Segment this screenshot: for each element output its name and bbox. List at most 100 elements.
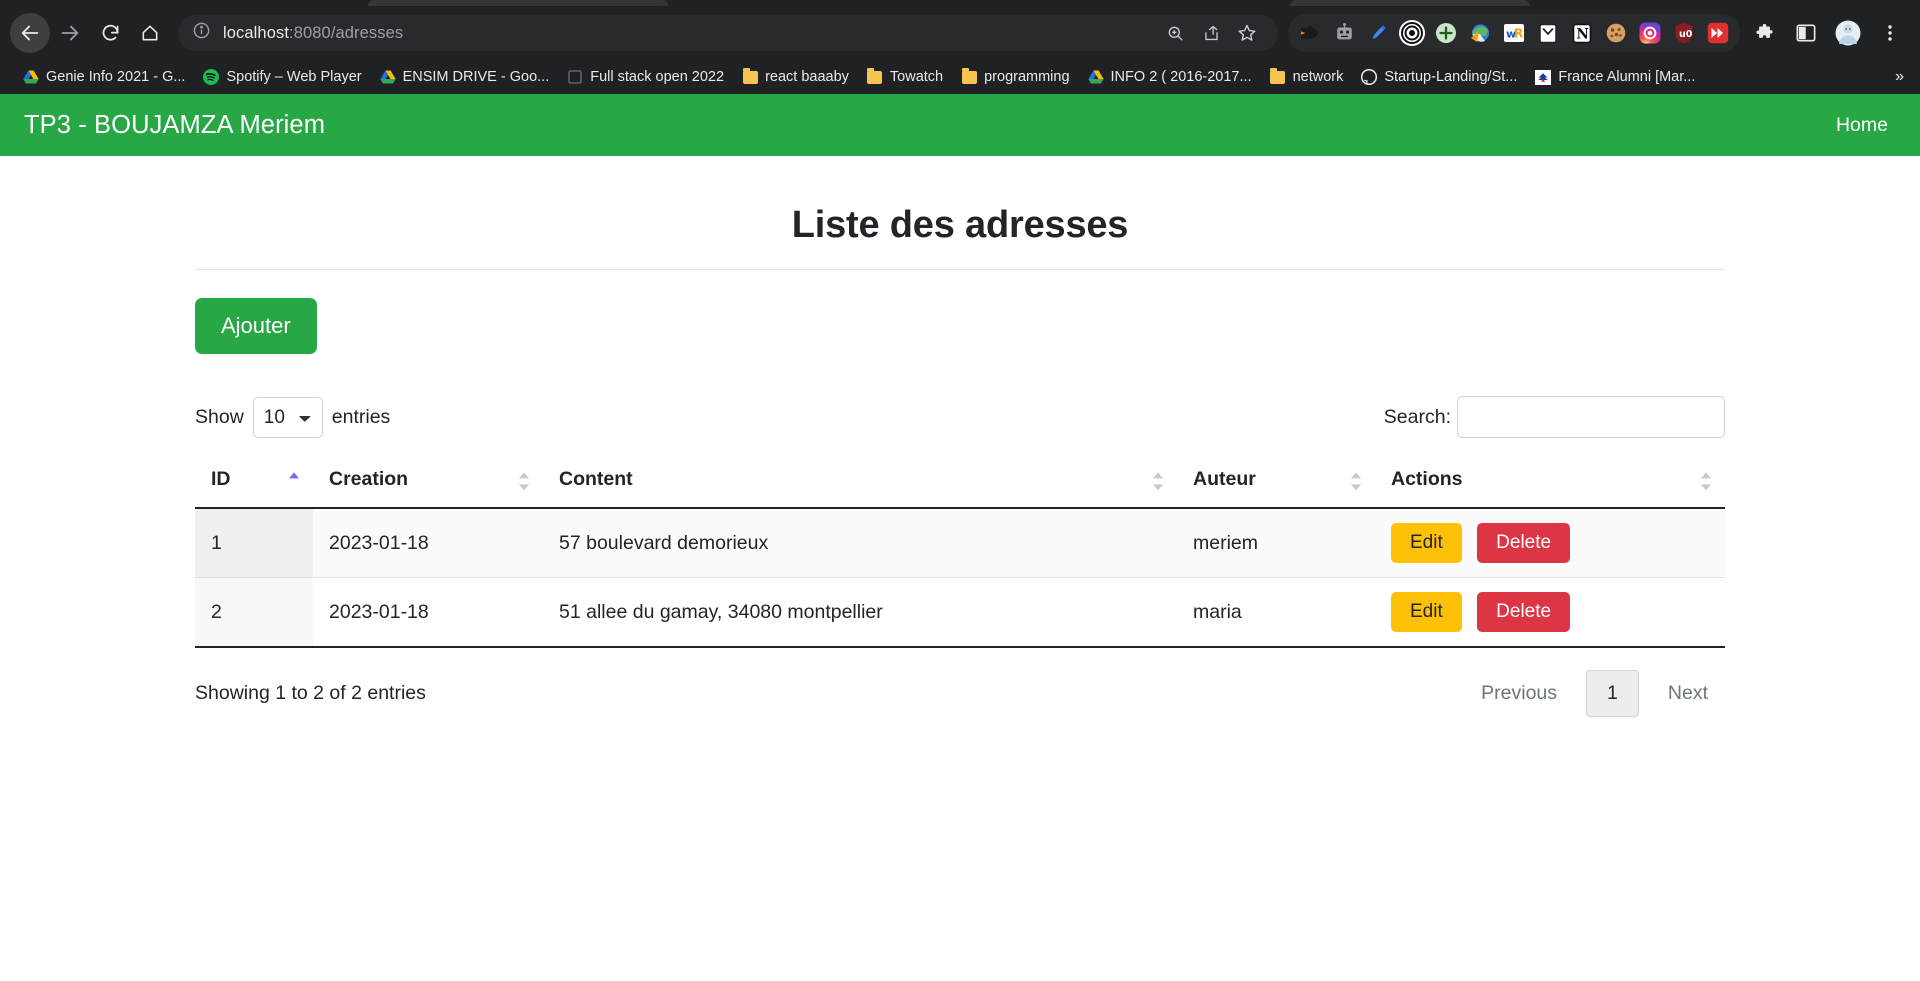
svg-text:R: R — [1514, 27, 1523, 41]
bookmark-item[interactable]: INFO 2 ( 2016-2017... — [1079, 65, 1261, 89]
back-button[interactable] — [10, 13, 50, 53]
column-header-content[interactable]: Content — [543, 458, 1177, 509]
bookmark-item[interactable]: France Alumni [Mar... — [1526, 65, 1704, 89]
bookmark-label: Full stack open 2022 — [590, 69, 725, 85]
edit-button[interactable]: Edit — [1391, 523, 1462, 563]
dark-reader-extension[interactable] — [1294, 17, 1326, 49]
add-green-extension[interactable] — [1430, 17, 1462, 49]
tab-strip — [0, 0, 1920, 6]
folder-icon — [742, 67, 758, 85]
datatable-footer: Showing 1 to 2 of 2 entries Previous 1 N… — [195, 670, 1725, 717]
forward-button[interactable] — [50, 13, 90, 53]
github-icon — [1361, 69, 1378, 85]
reload-icon — [102, 24, 118, 41]
bookmark-label: INFO 2 ( 2016-2017... — [1110, 69, 1252, 85]
home-button[interactable] — [130, 13, 170, 53]
edit-button[interactable]: Edit — [1391, 592, 1462, 632]
column-label: Content — [559, 468, 633, 490]
chrome-menu-icon[interactable] — [1870, 13, 1910, 53]
navbar-brand[interactable]: TP3 - BOUJAMZA Meriem — [24, 111, 325, 140]
bookmark-label: react baaaby — [765, 69, 849, 85]
entries-label: entries — [331, 405, 391, 428]
column-label: Auteur — [1193, 468, 1256, 490]
pocket-extension[interactable] — [1532, 17, 1564, 49]
extensions-puzzle-icon[interactable] — [1744, 13, 1784, 53]
back-arrow-icon — [21, 25, 39, 41]
extensions-tray: w R N u0 — [1288, 14, 1740, 52]
site-navbar: TP3 - BOUJAMZA Meriem Home — [0, 94, 1920, 156]
bookmarks-bar: Genie Info 2021 - G... Spotify – Web Pla… — [0, 60, 1920, 94]
eyedropper-extension[interactable] — [1362, 17, 1394, 49]
bookmark-label: Genie Info 2021 - G... — [46, 69, 186, 85]
circles-extension[interactable] — [1396, 17, 1428, 49]
cell-auteur: maria — [1177, 577, 1375, 648]
france-alumni-icon — [1535, 69, 1552, 85]
sort-indicator — [1351, 471, 1361, 491]
site-info-icon[interactable] — [192, 21, 211, 45]
address-bar[interactable]: localhost:8080/adresses — [178, 15, 1278, 51]
table-row: 1 2023-01-18 57 boulevard demorieux meri… — [195, 508, 1725, 578]
bookmark-item[interactable]: react baaaby — [733, 65, 858, 89]
bookmark-item[interactable]: Genie Info 2021 - G... — [14, 65, 194, 89]
wikiracer-extension[interactable]: w R — [1498, 17, 1530, 49]
zoom-icon[interactable] — [1158, 16, 1192, 50]
column-header-creation[interactable]: Creation — [313, 458, 543, 509]
share-icon[interactable] — [1194, 16, 1228, 50]
omnibox-actions — [1158, 16, 1264, 50]
datatable-controls: Show 10 25 50 100 entries Search: — [195, 396, 1725, 438]
address-bar-url: localhost:8080/adresses — [223, 24, 403, 43]
reload-button[interactable] — [90, 13, 130, 53]
url-host: localhost — [223, 23, 290, 42]
bookmark-star-icon[interactable] — [1230, 16, 1264, 50]
robot-extension[interactable] — [1328, 17, 1360, 49]
svg-text:N: N — [1577, 26, 1589, 42]
column-label: Actions — [1391, 468, 1463, 490]
pagination-page-1[interactable]: 1 — [1586, 670, 1639, 717]
side-panel-icon[interactable] — [1786, 13, 1826, 53]
cell-creation: 2023-01-18 — [313, 508, 543, 578]
search-label: Search: — [1383, 405, 1451, 428]
instagram-extension[interactable] — [1634, 17, 1666, 49]
ublock-origin-extension[interactable]: u0 — [1668, 17, 1700, 49]
cell-id: 2 — [195, 577, 313, 648]
navbar-home-link[interactable]: Home — [1828, 110, 1896, 141]
cookie-extension[interactable] — [1600, 17, 1632, 49]
page-square-icon — [567, 69, 583, 85]
table-row: 2 2023-01-18 51 allee du gamay, 34080 mo… — [195, 577, 1725, 648]
delete-button[interactable]: Delete — [1477, 523, 1571, 563]
internet-download-manager-extension[interactable] — [1464, 17, 1496, 49]
column-header-id[interactable]: ID — [195, 458, 313, 509]
folder-icon — [1270, 67, 1286, 85]
bookmark-item[interactable]: programming — [952, 65, 1078, 89]
delete-button[interactable]: Delete — [1477, 592, 1571, 632]
bookmark-item[interactable]: network — [1261, 65, 1353, 89]
bookmark-item[interactable]: Startup-Landing/St... — [1352, 65, 1526, 89]
bookmark-label: network — [1292, 69, 1344, 85]
column-header-auteur[interactable]: Auteur — [1177, 458, 1375, 509]
search-input[interactable] — [1457, 396, 1725, 438]
datatable-filter-control: Search: — [1384, 396, 1725, 438]
table-head: ID Creation Content Auteur Actions — [195, 458, 1725, 509]
pagination-next[interactable]: Next — [1651, 671, 1725, 716]
notion-extension[interactable]: N — [1566, 17, 1598, 49]
adresses-table: ID Creation Content Auteur Actions 1 202… — [195, 458, 1725, 648]
column-label: Creation — [329, 468, 409, 490]
column-header-actions[interactable]: Actions — [1375, 458, 1725, 509]
bookmark-label: Spotify – Web Player — [226, 69, 362, 85]
bookmark-item[interactable]: ENSIM DRIVE - Goo... — [371, 65, 559, 89]
bookmark-item[interactable]: Spotify – Web Player — [194, 65, 370, 89]
cell-auteur: meriem — [1177, 508, 1375, 578]
fast-forward-extension[interactable] — [1702, 17, 1734, 49]
cell-actions: Edit Delete — [1375, 508, 1725, 578]
add-button[interactable]: Ajouter — [195, 298, 317, 354]
profile-avatar[interactable] — [1828, 13, 1868, 53]
show-label: Show — [195, 405, 244, 428]
folder-icon — [867, 67, 883, 85]
bookmark-item[interactable]: Full stack open 2022 — [558, 65, 733, 89]
cell-id: 1 — [195, 508, 313, 578]
page-length-select[interactable]: 10 25 50 100 — [252, 396, 323, 438]
pagination-previous[interactable]: Previous — [1464, 671, 1574, 716]
bookmark-item[interactable]: Towatch — [858, 65, 952, 89]
bookmarks-overflow-button[interactable]: » — [1887, 66, 1912, 88]
page-title: Liste des adresses — [791, 204, 1129, 246]
